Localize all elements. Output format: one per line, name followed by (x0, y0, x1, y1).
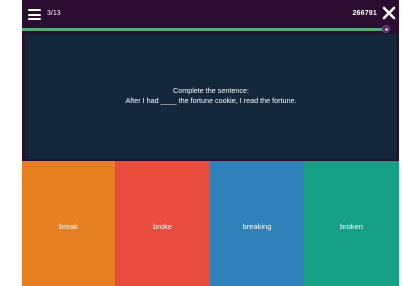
answer-option[interactable]: broke (115, 161, 210, 286)
question-instruction: Complete the sentence: (173, 86, 249, 95)
progress-handle (382, 25, 390, 33)
progress-track (22, 28, 385, 31)
game-code: 266791 (352, 10, 377, 17)
answer-grid: break broke breaking broken (22, 161, 399, 286)
answer-label: breaking (242, 222, 272, 231)
close-icon[interactable] (382, 5, 396, 21)
answer-label: break (59, 222, 78, 231)
hamburger-menu-icon[interactable] (28, 9, 41, 20)
answer-option[interactable]: breaking (210, 161, 304, 286)
answer-label: broke (153, 222, 172, 231)
question-counter: 3/13 (47, 10, 61, 17)
answer-option[interactable]: break (22, 161, 115, 286)
question-text: Complete the sentence: After I had ____ … (25, 86, 397, 105)
answer-option[interactable]: broken (304, 161, 399, 286)
question-sentence: After I had ____ the fortune cookie, I r… (125, 95, 297, 105)
question-panel: Complete the sentence: After I had ____ … (25, 34, 397, 159)
answer-label: broken (340, 222, 363, 231)
progress-fill (22, 28, 385, 31)
quiz-app: 3/13 266791 Complete the sentence: After… (22, 0, 399, 286)
top-bar: 3/13 266791 (22, 0, 399, 28)
